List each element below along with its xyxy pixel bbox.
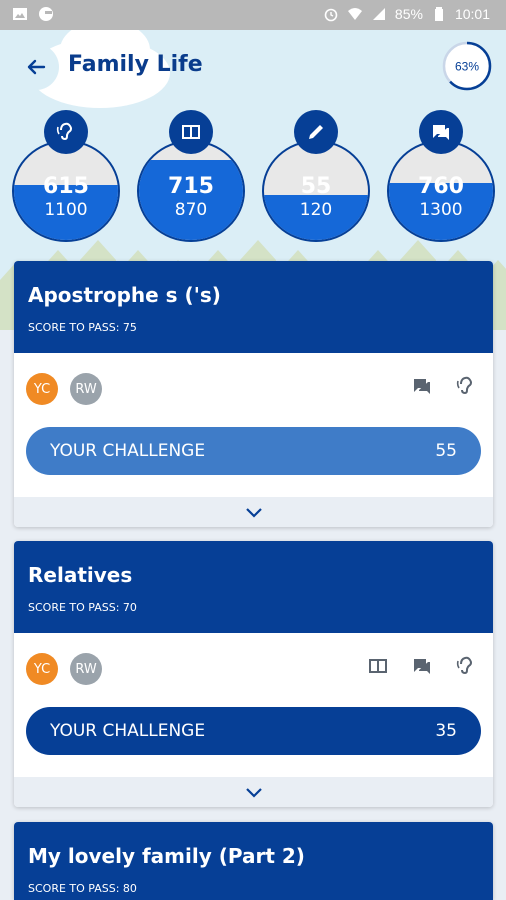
skill-target: 1300 xyxy=(419,200,463,220)
battery-icon xyxy=(431,6,447,22)
page-title: Family Life xyxy=(68,52,203,77)
skill-writing[interactable]: 55 120 xyxy=(262,110,370,242)
chevron-down-icon xyxy=(245,508,262,518)
challenge-score: 35 xyxy=(435,721,457,741)
skill-reading[interactable]: 715 870 xyxy=(137,110,245,242)
expand-button[interactable] xyxy=(14,497,493,527)
pencil-icon xyxy=(294,110,338,154)
card-header[interactable]: Apostrophe s ('s) SCORE TO PASS: 75 xyxy=(14,261,493,353)
avatar[interactable]: YC xyxy=(26,373,58,405)
wifi-icon xyxy=(347,6,363,22)
chat-icon[interactable] xyxy=(409,653,435,679)
ear-icon xyxy=(44,110,88,154)
book-icon xyxy=(169,110,213,154)
avatar[interactable]: RW xyxy=(70,653,102,685)
avatar[interactable]: RW xyxy=(70,373,102,405)
status-bar: 85% 10:01 xyxy=(0,0,506,30)
battery-percent: 85% xyxy=(394,6,423,22)
signal-icon xyxy=(371,6,387,22)
skill-scores: 615 1100 715 870 55 120 760 1300 xyxy=(0,110,506,250)
skill-score: 760 xyxy=(418,174,464,199)
alarm-icon xyxy=(323,6,339,22)
skill-target: 120 xyxy=(299,200,333,220)
skill-target: 870 xyxy=(174,200,208,220)
card-header[interactable]: My lovely family (Part 2) SCORE TO PASS:… xyxy=(14,822,493,900)
book-icon[interactable] xyxy=(365,653,391,679)
chevron-down-icon xyxy=(245,788,262,798)
card-title: My lovely family (Part 2) xyxy=(28,844,305,868)
ear-icon[interactable] xyxy=(453,373,479,399)
arrow-left-icon xyxy=(27,59,46,75)
lesson-card[interactable]: Apostrophe s ('s) SCORE TO PASS: 75 YC R… xyxy=(14,261,493,527)
card-title: Apostrophe s ('s) xyxy=(28,283,221,307)
score-to-pass: SCORE TO PASS: 70 xyxy=(28,601,137,614)
expand-button[interactable] xyxy=(14,777,493,807)
lesson-card[interactable]: My lovely family (Part 2) SCORE TO PASS:… xyxy=(14,822,493,900)
back-button[interactable] xyxy=(13,44,59,90)
card-header[interactable]: Relatives SCORE TO PASS: 70 xyxy=(14,541,493,633)
progress-indicator: 63% xyxy=(442,41,492,91)
score-to-pass: SCORE TO PASS: 80 xyxy=(28,882,137,895)
skill-listening[interactable]: 615 1100 xyxy=(12,110,120,242)
app-notification-icon xyxy=(38,6,54,22)
lesson-card[interactable]: Relatives SCORE TO PASS: 70 YC RW YOUR C… xyxy=(14,541,493,807)
card-title: Relatives xyxy=(28,563,133,587)
skill-speaking[interactable]: 760 1300 xyxy=(387,110,495,242)
clock: 10:01 xyxy=(454,6,490,22)
challenge-button[interactable]: YOUR CHALLENGE 55 xyxy=(26,427,481,475)
challenge-label: YOUR CHALLENGE xyxy=(50,721,206,741)
challenge-button[interactable]: YOUR CHALLENGE 35 xyxy=(26,707,481,755)
ear-icon[interactable] xyxy=(453,653,479,679)
score-to-pass: SCORE TO PASS: 75 xyxy=(28,321,137,334)
skill-score: 715 xyxy=(168,174,214,199)
challenge-label: YOUR CHALLENGE xyxy=(50,441,206,461)
chat-icon[interactable] xyxy=(409,373,435,399)
skill-score: 615 xyxy=(43,174,89,199)
skill-target: 1100 xyxy=(44,200,88,220)
gallery-icon xyxy=(12,6,28,22)
avatar[interactable]: YC xyxy=(26,653,58,685)
skill-score: 55 xyxy=(300,174,332,199)
progress-label: 63% xyxy=(455,60,479,74)
chat-icon xyxy=(419,110,463,154)
challenge-score: 55 xyxy=(435,441,457,461)
